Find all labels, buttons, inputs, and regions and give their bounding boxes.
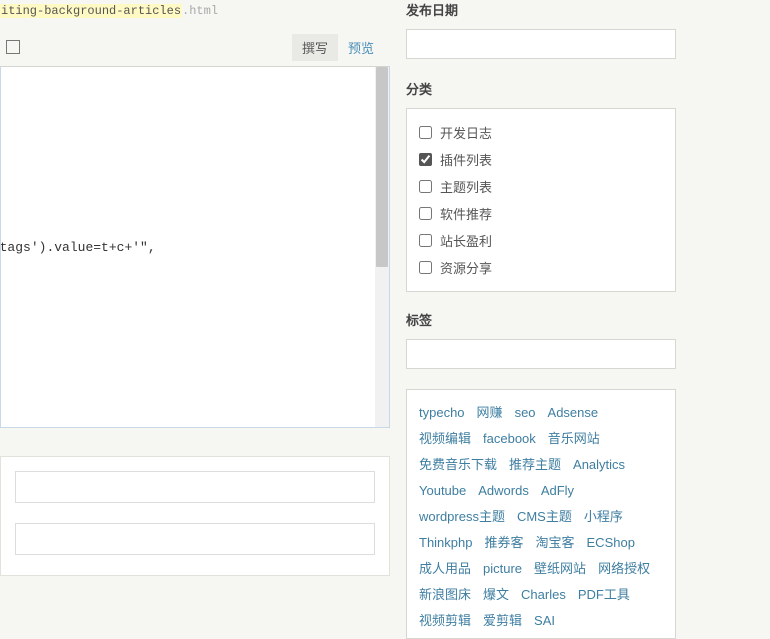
categories-box: 开发日志插件列表主题列表软件推荐站长盈利资源分享 — [406, 108, 676, 292]
category-label: 开发日志 — [440, 123, 492, 142]
custom-field-input-1[interactable] — [15, 471, 375, 503]
slug-extension: .html — [182, 4, 218, 18]
category-item[interactable]: 开发日志 — [419, 119, 663, 146]
editor-toolbar: 撰写 预览 — [0, 32, 390, 62]
category-checkbox[interactable] — [419, 234, 432, 247]
category-label: 资源分享 — [440, 258, 492, 277]
tag-link[interactable]: 爆文 — [483, 582, 509, 608]
editor-content[interactable]: ')->stack; ';document.getElementById('ta… — [0, 67, 375, 268]
category-checkbox[interactable] — [419, 126, 432, 139]
editor-textarea[interactable]: ')->stack; ';document.getElementById('ta… — [0, 66, 390, 428]
category-item[interactable]: 主题列表 — [419, 173, 663, 200]
category-item[interactable]: 插件列表 — [419, 146, 663, 173]
tag-link[interactable]: CMS主题 — [517, 504, 572, 530]
category-label: 插件列表 — [440, 150, 492, 169]
tab-preview[interactable]: 预览 — [338, 34, 384, 61]
tag-link[interactable]: 壁纸网站 — [534, 556, 586, 582]
publish-date-label: 发布日期 — [406, 0, 770, 19]
tag-link[interactable]: Thinkphp — [419, 530, 472, 556]
tag-cloud: typecho 网赚 seo Adsense 视频编辑 facebook 音乐网站免费音乐下… — [406, 389, 676, 639]
category-label: 站长盈利 — [440, 231, 492, 250]
tag-link[interactable]: 免费音乐下载 — [419, 452, 497, 478]
editor-tab-group: 撰写 预览 — [292, 34, 384, 61]
tag-link[interactable]: 推券客 — [484, 530, 523, 556]
tab-write[interactable]: 撰写 — [292, 34, 338, 61]
tag-link[interactable]: SAI — [534, 608, 555, 634]
tag-link[interactable]: seo — [515, 400, 536, 426]
custom-field-input-2[interactable] — [15, 523, 375, 555]
tag-link[interactable]: typecho — [419, 400, 465, 426]
tags-label: 标签 — [406, 310, 770, 329]
tag-link[interactable]: 视频剪辑 — [419, 608, 471, 634]
category-checkbox[interactable] — [419, 153, 432, 166]
tag-link[interactable]: Youtube — [419, 478, 466, 504]
tags-input[interactable] — [406, 339, 676, 369]
tag-link[interactable]: 新浪图床 — [419, 582, 471, 608]
tag-link[interactable]: 视频编辑 — [419, 426, 471, 452]
fullscreen-icon[interactable] — [6, 40, 20, 54]
category-label: 软件推荐 — [440, 204, 492, 223]
slug-text[interactable]: iting-background-articles — [0, 4, 182, 18]
tag-link[interactable]: Adsense — [548, 400, 599, 426]
tag-link[interactable]: 小程序 — [584, 504, 623, 530]
tag-link[interactable]: wordpress主题 — [419, 504, 505, 530]
editor-scrollbar-thumb[interactable] — [376, 67, 388, 267]
tag-link[interactable]: Charles — [521, 582, 566, 608]
tag-link[interactable]: picture — [483, 556, 522, 582]
tag-link[interactable]: 淘宝客 — [536, 530, 575, 556]
tag-link[interactable]: 音乐网站 — [548, 426, 600, 452]
tag-link[interactable]: facebook — [483, 426, 536, 452]
tag-link[interactable]: 网赚 — [477, 400, 503, 426]
tag-link[interactable]: 网络授权 — [598, 556, 650, 582]
custom-fields-panel — [0, 456, 390, 576]
tag-link[interactable]: 成人用品 — [419, 556, 471, 582]
tag-link[interactable]: AdFly — [541, 478, 574, 504]
tag-link[interactable]: ECShop — [587, 530, 635, 556]
slug-bar[interactable]: iting-background-articles.html — [0, 0, 390, 22]
category-checkbox[interactable] — [419, 261, 432, 274]
category-item[interactable]: 资源分享 — [419, 254, 663, 281]
editor-scrollbar[interactable] — [375, 67, 389, 427]
category-item[interactable]: 站长盈利 — [419, 227, 663, 254]
tag-link[interactable]: Adwords — [478, 478, 529, 504]
tag-link[interactable]: Analytics — [573, 452, 625, 478]
tag-link[interactable]: 爱剪辑 — [483, 608, 522, 634]
tag-link[interactable]: PDF工具 — [578, 582, 630, 608]
publish-date-input[interactable] — [406, 29, 676, 59]
category-checkbox[interactable] — [419, 180, 432, 193]
tag-link[interactable]: 推荐主题 — [509, 452, 561, 478]
category-label: 主题列表 — [440, 177, 492, 196]
category-item[interactable]: 软件推荐 — [419, 200, 663, 227]
categories-label: 分类 — [406, 79, 770, 98]
category-checkbox[interactable] — [419, 207, 432, 220]
